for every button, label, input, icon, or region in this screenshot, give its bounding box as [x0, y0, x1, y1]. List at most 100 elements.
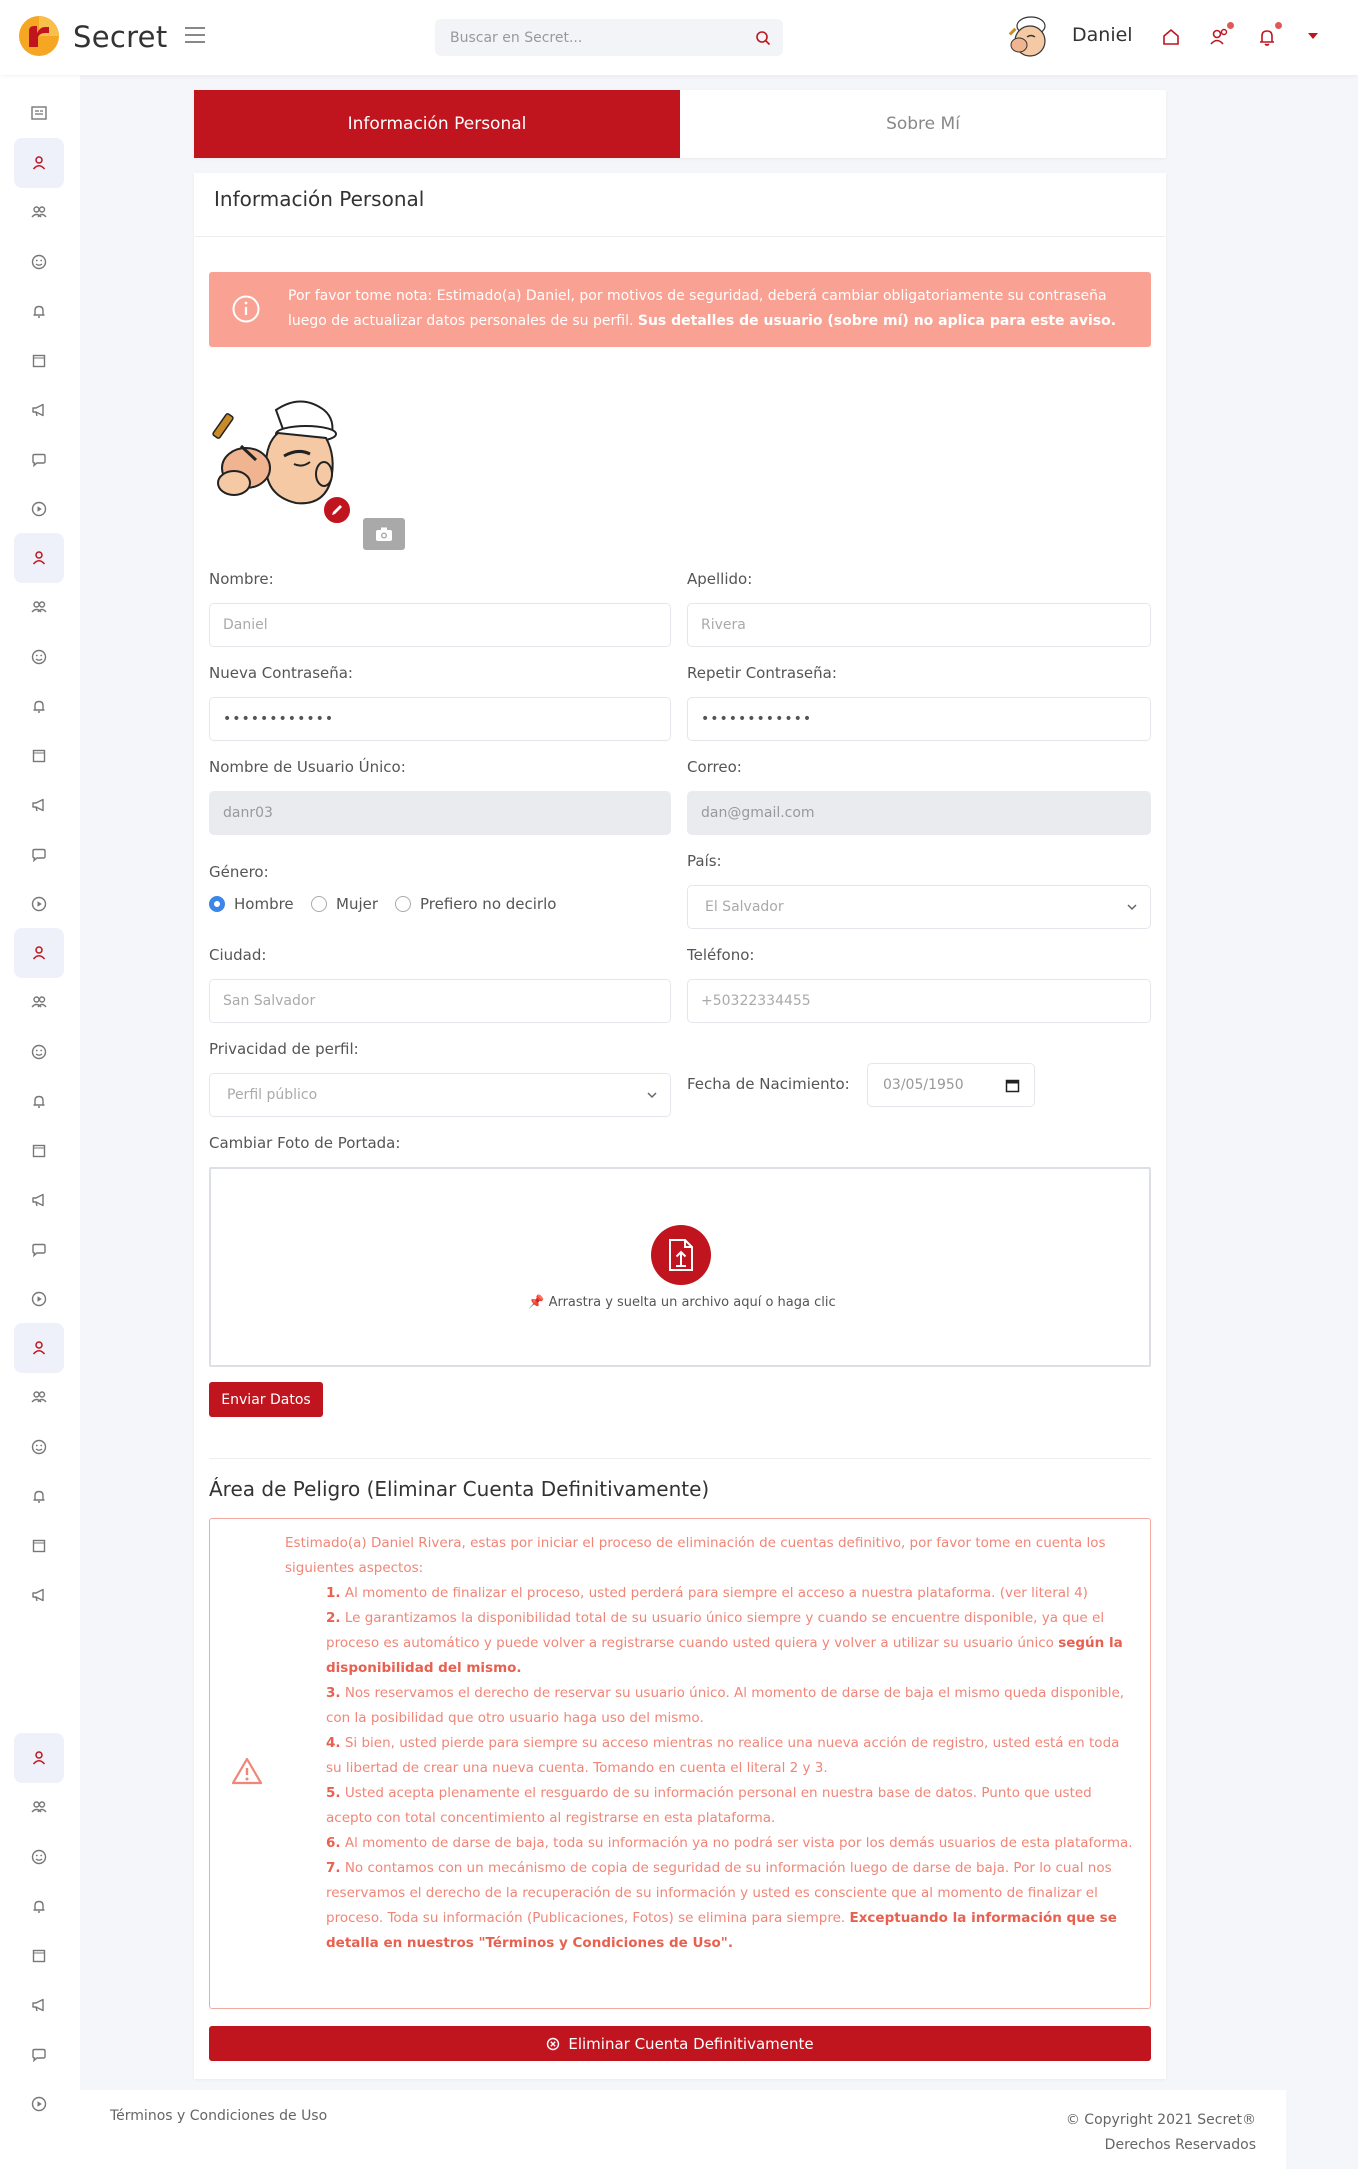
radio-circle[interactable] [311, 896, 327, 912]
edit-photo-button[interactable] [322, 495, 352, 525]
security-alert: Por favor tome nota: Estimado(a) Daniel,… [209, 272, 1151, 347]
sidebar-item-chat[interactable] [14, 1225, 64, 1275]
sidebar-item-play[interactable] [14, 879, 64, 929]
brand-name[interactable]: Secret [73, 20, 168, 54]
sidebar-item-bell[interactable] [14, 1076, 64, 1126]
sidebar-item-newspaper[interactable] [14, 88, 64, 138]
danger-zone-box: Estimado(a) Daniel Rivera, estas por ini… [209, 1518, 1151, 2009]
delete-account-button[interactable]: Eliminar Cuenta Definitivamente [209, 2026, 1151, 2061]
fecha-nacimiento-field[interactable]: 03/05/1950 [867, 1063, 1035, 1107]
sidebar-item-megaphone[interactable] [14, 1175, 64, 1225]
danger-zone-title: Área de Peligro (Eliminar Cuenta Definit… [209, 1477, 710, 1501]
sidebar-item-users[interactable] [14, 582, 64, 632]
sidebar-item-chat[interactable] [14, 830, 64, 880]
sidebar-item-bell[interactable] [14, 681, 64, 731]
chevron-down-icon [1127, 904, 1137, 911]
repetir-password-field[interactable]: •••••••••••• [687, 697, 1151, 741]
apellido-label: Apellido: [687, 570, 753, 588]
repetir-password-label: Repetir Contraseña: [687, 664, 837, 682]
user-avatar[interactable] [1005, 12, 1055, 62]
users-icon [30, 993, 48, 1011]
sidebar-item-megaphone[interactable] [14, 1570, 64, 1620]
sidebar-item-square[interactable] [14, 1521, 64, 1571]
search-icon[interactable] [755, 30, 771, 46]
sidebar-item-bell[interactable] [14, 286, 64, 336]
user-icon [30, 1749, 48, 1767]
megaphone-icon [30, 796, 48, 814]
ciudad-field[interactable]: San Salvador [209, 979, 671, 1023]
nombre-field[interactable]: Daniel [209, 603, 671, 647]
radio-label: Prefiero no decirlo [420, 895, 557, 913]
sidebar-item-chat[interactable] [14, 435, 64, 485]
sidebar-item-megaphone[interactable] [14, 385, 64, 435]
sidebar-item-chat[interactable] [14, 2030, 64, 2080]
sidebar-item-users[interactable] [14, 1782, 64, 1832]
sidebar-item-bell[interactable] [14, 1471, 64, 1521]
sidebar-item-smile[interactable] [14, 632, 64, 682]
user-name[interactable]: Daniel [1072, 24, 1133, 46]
hamburger-menu-icon[interactable] [185, 27, 205, 45]
radio-hombre[interactable]: Hombre [209, 895, 294, 913]
terms-link[interactable]: Términos y Condiciones de Uso [110, 2108, 327, 2124]
home-icon[interactable] [1158, 24, 1184, 50]
tab-personal-info[interactable]: Información Personal [194, 90, 680, 158]
notifications-bell-icon[interactable] [1254, 22, 1282, 50]
sidebar-item-square[interactable] [14, 336, 64, 386]
sidebar-item-user[interactable] [14, 137, 64, 188]
brand-logo-icon[interactable] [18, 15, 60, 57]
sidebar-item-smile[interactable] [14, 237, 64, 287]
sidebar-item-user[interactable] [14, 927, 64, 978]
sidebar-item-smile[interactable] [14, 1027, 64, 1077]
privacidad-selected-value: Perfil público [227, 1087, 318, 1103]
sidebar-item-users[interactable] [14, 1372, 64, 1422]
warning-icon [231, 1757, 263, 1785]
sidebar-item-users[interactable] [14, 977, 64, 1027]
sidebar-item-square[interactable] [14, 731, 64, 781]
cover-photo-dropzone[interactable]: 📌 Arrastra y suelta un archivo aquí o hag… [209, 1167, 1151, 1367]
footer: Términos y Condiciones de Uso © Copyrigh… [80, 2090, 1286, 2169]
sidebar-item-user[interactable] [14, 1732, 64, 1783]
pais-select[interactable]: El Salvador [687, 885, 1151, 929]
sidebar-item-megaphone[interactable] [14, 780, 64, 830]
sidebar-item-smile[interactable] [14, 1832, 64, 1882]
notification-dot [1275, 22, 1282, 29]
telefono-field[interactable]: +50322334455 [687, 979, 1151, 1023]
apellido-field[interactable]: Rivera [687, 603, 1151, 647]
danger-item-4: 4. Si bien, usted pierde para siempre su… [326, 1735, 1120, 1776]
sidebar-item-square[interactable] [14, 1126, 64, 1176]
privacidad-select[interactable]: Perfil público [209, 1073, 671, 1117]
sidebar-item-user[interactable] [14, 1322, 64, 1373]
friend-requests-icon[interactable] [1206, 22, 1234, 50]
calendar-icon[interactable] [1005, 1078, 1020, 1093]
nueva-password-field[interactable]: •••••••••••• [209, 697, 671, 741]
user-menu-caret-icon[interactable] [1308, 33, 1318, 39]
tab-about-me[interactable]: Sobre Mí [680, 90, 1166, 158]
users-icon [30, 203, 48, 221]
usuario-label: Nombre de Usuario Único: [209, 758, 406, 776]
submit-button[interactable]: Enviar Datos [209, 1382, 323, 1417]
radio-prefiero-no-decirlo[interactable]: Prefiero no decirlo [395, 895, 556, 913]
user-icon [30, 1339, 48, 1357]
sidebar-item-bell[interactable] [14, 1881, 64, 1931]
megaphone-icon [30, 1191, 48, 1209]
radio-circle[interactable] [395, 896, 411, 912]
rights-text: Derechos Reservados [1104, 2137, 1256, 2153]
play-icon [30, 895, 48, 913]
sidebar-item-play[interactable] [14, 484, 64, 534]
radio-circle-checked[interactable] [209, 896, 225, 912]
sidebar-item-megaphone[interactable] [14, 1980, 64, 2030]
search-input[interactable] [435, 19, 735, 56]
camera-icon [376, 527, 392, 541]
footer-copyright: © Copyright 2021 Secret® Derechos Reserv… [1066, 2108, 1256, 2158]
sidebar-item-smile[interactable] [14, 1422, 64, 1472]
sidebar-item-users[interactable] [14, 187, 64, 237]
smile-icon [30, 253, 48, 271]
upload-photo-button[interactable] [363, 518, 405, 550]
sidebar-item-play[interactable] [14, 2079, 64, 2129]
telefono-label: Teléfono: [687, 946, 755, 964]
radio-mujer[interactable]: Mujer [311, 895, 378, 913]
sidebar-item-user[interactable] [14, 532, 64, 583]
sidebar-item-square[interactable] [14, 1931, 64, 1981]
pais-selected-value: El Salvador [705, 899, 784, 915]
sidebar-item-play[interactable] [14, 1274, 64, 1324]
